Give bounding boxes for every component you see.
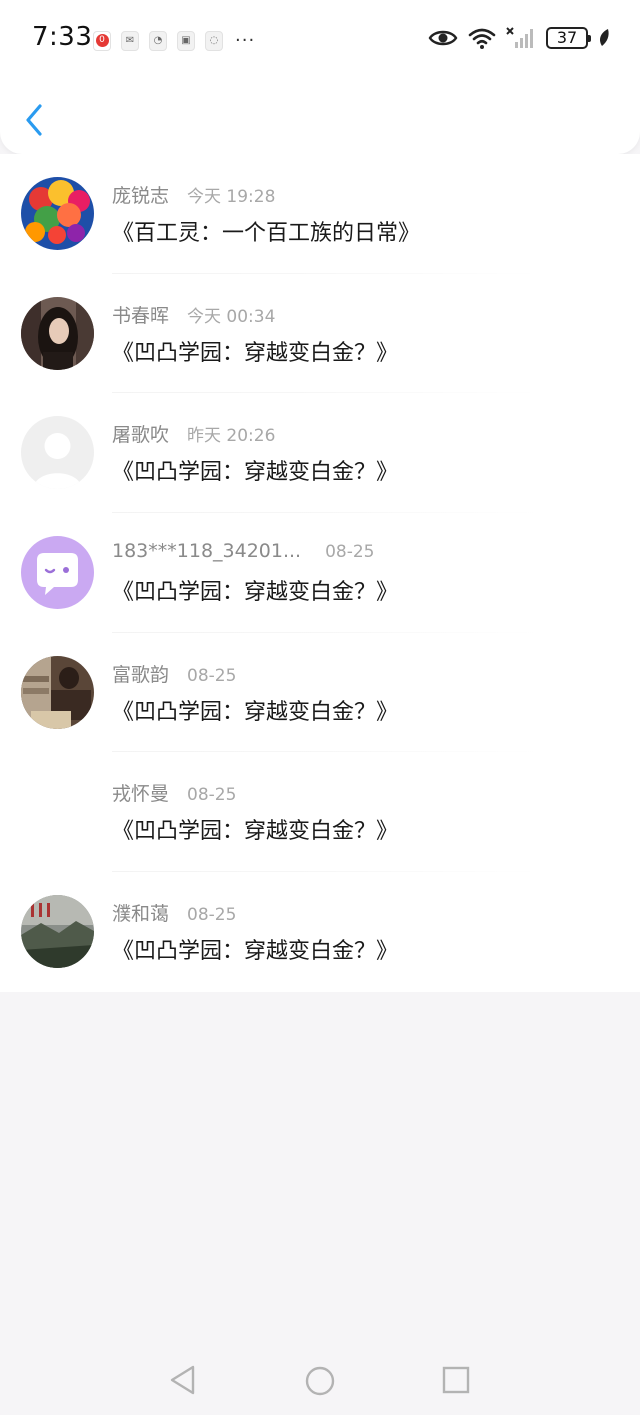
user-name: 183***118_34201... — [112, 540, 302, 563]
user-name: 屠歌吹 — [112, 424, 170, 447]
square-recents-icon — [442, 1366, 470, 1394]
list-item[interactable]: 书春晖 今天 00:34 《凹凸学园：穿越变白金？》 — [0, 274, 640, 394]
mail-notification-icon: ✉ — [121, 30, 139, 51]
user-name: 书春晖 — [112, 304, 170, 327]
message-list: 庞锐志 今天 19:28 《百工灵：一个百工族的日常》 书春晖 今天 00:34… — [0, 154, 640, 992]
notification-badge: 0 — [95, 34, 109, 47]
message-time: 今天 19:28 — [187, 187, 276, 207]
chevron-left-icon — [26, 104, 42, 136]
list-item[interactable]: 183***118_34201... 08-25 《凹凸学园：穿越变白金？》 — [0, 513, 640, 633]
status-time: 7:33 — [32, 22, 93, 52]
portrait-avatar-image — [21, 296, 94, 370]
list-item[interactable]: 屠歌吹 昨天 20:26 《凹凸学园：穿越变白金？》 — [0, 393, 640, 514]
message-text: 《凹凸学园：穿越变白金？》 — [112, 819, 399, 845]
avatar[interactable] — [21, 655, 94, 729]
name-line: 富歌韵 08-25 — [112, 660, 236, 687]
battery-icon: 37 — [546, 27, 591, 49]
default-avatar-image — [21, 416, 94, 490]
photo-avatar-image — [21, 655, 94, 729]
avatar[interactable] — [21, 296, 94, 370]
nav-recents-button[interactable] — [441, 1365, 471, 1395]
message-text: 《百工灵：一个百工族的日常》 — [112, 221, 421, 246]
triangle-back-icon — [170, 1365, 195, 1395]
message-time: 08-25 — [187, 905, 237, 926]
list-item[interactable]: 富歌韵 08-25 《凹凸学园：穿越变白金？》 — [0, 633, 640, 753]
avatar[interactable] — [21, 416, 94, 490]
chat-bubble-avatar-image — [21, 536, 94, 610]
message-time: 08-25 — [325, 542, 375, 563]
message-text: 《凹凸学园：穿越变白金？》 — [112, 580, 399, 606]
message-time: 昨天 20:26 — [187, 426, 276, 447]
balloons-avatar-image — [21, 177, 94, 250]
list-item[interactable]: 濮和蔼 08-25 《凹凸学园：穿越变白金？》 — [0, 872, 640, 992]
message-time: 今天 00:34 — [187, 306, 276, 327]
app-notification-icon: 0 — [93, 30, 111, 51]
avatar[interactable] — [21, 536, 94, 610]
list-item[interactable]: 庞锐志 今天 19:28 《百工灵：一个百工族的日常》 — [0, 154, 640, 274]
name-line: 戎怀曼 08-25 — [112, 779, 236, 806]
status-bar: 7:33 0 ✉ ◔ ▣ ◌ ··· 37 — [0, 0, 640, 80]
message-text: 《凹凸学园：穿越变白金？》 — [112, 699, 399, 725]
user-name: 濮和蔼 — [112, 903, 170, 926]
navigation-bar — [0, 1345, 640, 1415]
wifi-icon — [468, 28, 496, 49]
app-notification-icon: ◔ — [149, 30, 167, 51]
message-time: 08-25 — [187, 785, 237, 806]
more-notifications-icon: ··· — [235, 30, 256, 51]
landscape-avatar-image — [21, 895, 94, 969]
user-name: 戎怀曼 — [112, 783, 170, 806]
list-item[interactable]: 戎怀曼 08-25 《凹凸学园：穿越变白金？》 — [0, 752, 640, 873]
user-name: 庞锐志 — [112, 185, 170, 207]
app-notification-icon: ◌ — [205, 30, 223, 51]
name-line: 书春晖 今天 00:34 — [112, 301, 275, 328]
name-line: 庞锐志 今天 19:28 — [112, 181, 275, 208]
notification-icons: 0 ✉ ◔ ▣ ◌ ··· — [93, 30, 255, 51]
app-notification-icon: ▣ — [177, 30, 195, 51]
system-icons: 37 — [428, 26, 610, 50]
name-line: 183***118_34201... 08-25 — [112, 540, 375, 562]
message-text: 《凹凸学园：穿越变白金？》 — [112, 340, 399, 366]
name-line: 濮和蔼 08-25 — [112, 899, 236, 926]
leaf-icon — [600, 29, 609, 46]
user-name: 富歌韵 — [112, 663, 170, 686]
nav-back-button[interactable] — [168, 1365, 198, 1395]
name-line: 屠歌吹 昨天 20:26 — [112, 420, 275, 447]
page: 7:33 0 ✉ ◔ ▣ ◌ ··· 37 庞锐志 今天 19:28 《百工灵：… — [0, 0, 640, 1415]
avatar[interactable] — [21, 895, 94, 969]
message-time: 08-25 — [187, 665, 237, 686]
cellular-signal-icon — [506, 27, 533, 48]
eye-icon — [428, 30, 458, 46]
message-text: 《凹凸学园：穿越变白金？》 — [112, 460, 399, 486]
avatar[interactable] — [21, 177, 94, 250]
circle-home-icon — [305, 1366, 335, 1396]
header: 7:33 0 ✉ ◔ ▣ ◌ ··· 37 — [0, 0, 640, 154]
back-button[interactable] — [20, 100, 50, 140]
nav-home-button[interactable] — [304, 1365, 335, 1396]
message-text: 《凹凸学园：穿越变白金？》 — [112, 939, 399, 965]
